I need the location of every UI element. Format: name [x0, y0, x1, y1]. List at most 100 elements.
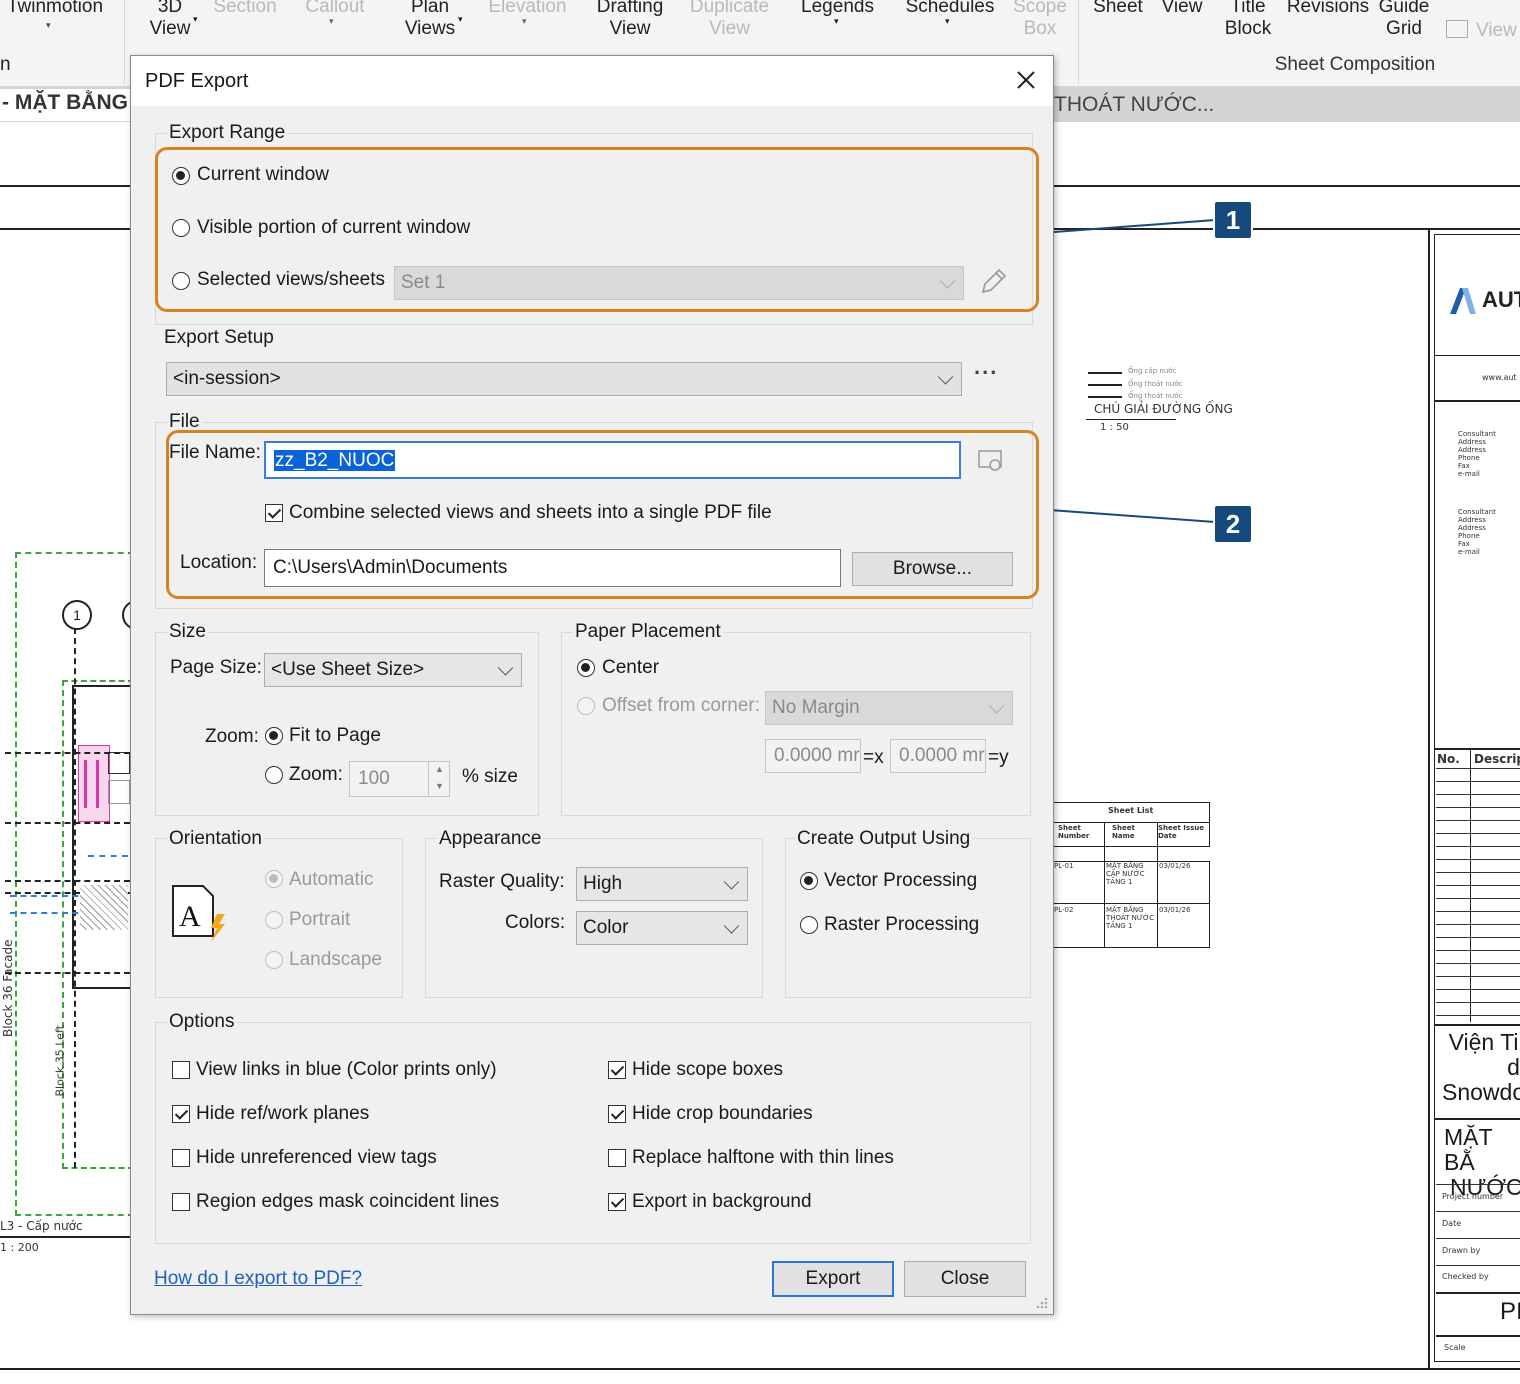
hide-unref-tags-label[interactable]: Hide unreferenced view tags: [196, 1147, 437, 1169]
offset-y-input[interactable]: 0.0000 mr: [890, 739, 986, 773]
ribbon-duplicate-view[interactable]: Duplicate View: [682, 0, 777, 40]
checkbox-hide-crop-boundaries[interactable]: [608, 1105, 626, 1123]
radio-vector[interactable]: [800, 872, 818, 890]
checkbox-view-links-blue[interactable]: [172, 1061, 190, 1079]
revision-row-line: [1436, 872, 1520, 873]
ribbon-scope-box[interactable]: Scope Box: [1010, 0, 1070, 40]
hide-scope-boxes-label[interactable]: Hide scope boxes: [632, 1059, 783, 1081]
revision-row-line: [1436, 963, 1520, 964]
revision-row-line: [1436, 950, 1520, 951]
checkbox-replace-halftone[interactable]: [608, 1149, 626, 1167]
schedule-cell: MẶT BẰNG CẤP NƯỚC TẦNG 1: [1106, 862, 1145, 886]
sheet-number: PI: [1500, 1298, 1520, 1325]
radio-portrait[interactable]: [265, 911, 283, 929]
ribbon-view[interactable]: View: [1152, 0, 1212, 18]
grid-line: [5, 752, 130, 754]
margin-select[interactable]: No Margin: [765, 691, 1013, 725]
close-button[interactable]: Close: [904, 1261, 1026, 1297]
raster-label[interactable]: Raster Processing: [824, 914, 979, 936]
radio-landscape[interactable]: [265, 951, 283, 969]
raster-quality-select[interactable]: High: [576, 867, 748, 901]
colors-select[interactable]: Color: [576, 911, 748, 945]
ribbon-guide-grid[interactable]: Guide Grid: [1374, 0, 1434, 40]
ribbon-drafting-view[interactable]: Drafting View: [585, 0, 675, 40]
checkbox-region-edges[interactable]: [172, 1193, 190, 1211]
automatic-label[interactable]: Automatic: [289, 869, 373, 891]
ribbon-3d-view[interactable]: 3D View: [140, 0, 200, 40]
tb-field: Scale: [1444, 1343, 1466, 1352]
paper-placement-label: Paper Placement: [573, 621, 723, 643]
revision-row-line: [1436, 898, 1520, 899]
revision-row-line: [1436, 768, 1520, 769]
export-button[interactable]: Export: [772, 1261, 894, 1297]
ribbon-callout[interactable]: Callout: [295, 0, 375, 18]
revision-row-line: [1436, 859, 1520, 860]
revision-header: No.: [1437, 752, 1460, 766]
checkbox-hide-scope-boxes[interactable]: [608, 1061, 626, 1079]
vector-label[interactable]: Vector Processing: [824, 870, 977, 892]
ribbon-revisions[interactable]: Revisions: [1282, 0, 1374, 18]
view-tab-thoat-nuoc[interactable]: THOÁT NƯỚC...: [1054, 93, 1214, 117]
schedule-header: Sheet Number: [1058, 824, 1090, 840]
checkbox-export-background[interactable]: [608, 1193, 626, 1211]
raster-quality-label: Raster Quality:: [439, 871, 565, 892]
spin-down-icon[interactable]: ▼: [435, 781, 444, 791]
checkbox-hide-ref-planes[interactable]: [172, 1105, 190, 1123]
offset-x-input[interactable]: 0.0000 mr: [765, 739, 861, 773]
hide-ref-planes-label[interactable]: Hide ref/work planes: [196, 1103, 369, 1125]
ribbon-plan-views[interactable]: Plan Views: [395, 0, 465, 40]
caret-icon: ▾: [329, 16, 334, 26]
ribbon-schedules[interactable]: Schedules: [900, 0, 1000, 18]
view-tab-active[interactable]: - MẶT BẰNG (: [0, 89, 145, 121]
view-scale: 1 : 200: [0, 1241, 39, 1254]
output-label: Create Output Using: [795, 828, 973, 850]
grid-line: [5, 880, 130, 882]
fixture: [78, 745, 110, 822]
pdf-export-dialog: PDF Export Export Range Current window V…: [130, 55, 1054, 1315]
page-size-select[interactable]: <Use Sheet Size>: [264, 653, 522, 687]
landscape-label[interactable]: Landscape: [289, 949, 382, 971]
close-icon[interactable]: [1016, 70, 1036, 90]
radio-zoom[interactable]: [265, 766, 283, 784]
dialog-title: PDF Export: [145, 70, 249, 92]
export-background-label[interactable]: Export in background: [632, 1191, 812, 1213]
portrait-label[interactable]: Portrait: [289, 909, 350, 931]
options-label: Options: [167, 1011, 237, 1033]
zoom-option-label[interactable]: Zoom:: [289, 764, 343, 786]
grid-bubble: 1: [62, 600, 92, 630]
dialog-title-bar[interactable]: [131, 56, 1053, 106]
radio-fit-to-page[interactable]: [265, 727, 283, 745]
sheet-list-title: Sheet List: [1108, 806, 1154, 815]
replace-halftone-label[interactable]: Replace halftone with thin lines: [632, 1147, 894, 1169]
view-links-blue-label[interactable]: View links in blue (Color prints only): [196, 1059, 497, 1081]
fixture: [108, 752, 130, 774]
help-link[interactable]: How do I export to PDF?: [154, 1268, 362, 1290]
fit-to-page-label[interactable]: Fit to Page: [289, 725, 381, 747]
resize-grip-icon[interactable]: [1035, 1296, 1049, 1310]
more-options-button[interactable]: ...: [974, 354, 998, 380]
tb-field: Project number: [1442, 1192, 1504, 1201]
radio-offset[interactable]: [577, 697, 595, 715]
ribbon-twinmotion[interactable]: Twinmotion ▾: [0, 0, 110, 30]
radio-center[interactable]: [577, 659, 595, 677]
revision-row-line: [1436, 924, 1520, 925]
region-edges-label[interactable]: Region edges mask coincident lines: [196, 1191, 499, 1213]
zoom-value-input[interactable]: 100: [349, 761, 429, 797]
tb-line: [1436, 1184, 1520, 1185]
ribbon-section[interactable]: Section: [205, 0, 285, 18]
website: www.aut: [1482, 373, 1517, 382]
ribbon-sheet[interactable]: Sheet: [1088, 0, 1148, 18]
svg-text:A: A: [179, 900, 201, 933]
hide-crop-boundaries-label[interactable]: Hide crop boundaries: [632, 1103, 813, 1125]
ribbon-title-block[interactable]: Title Block: [1218, 0, 1278, 40]
radio-automatic[interactable]: [265, 870, 283, 888]
spin-up-icon[interactable]: ▲: [435, 764, 444, 774]
offset-label[interactable]: Offset from corner:: [602, 695, 760, 717]
center-label[interactable]: Center: [602, 657, 659, 679]
radio-raster[interactable]: [800, 916, 818, 934]
ribbon-elevation[interactable]: Elevation: [480, 0, 575, 18]
export-setup-select[interactable]: <in-session>: [166, 362, 962, 396]
zoom-spinner[interactable]: ▲ ▼: [428, 761, 450, 797]
ribbon-view-ref[interactable]: View: [1476, 20, 1520, 42]
checkbox-hide-unref-tags[interactable]: [172, 1149, 190, 1167]
